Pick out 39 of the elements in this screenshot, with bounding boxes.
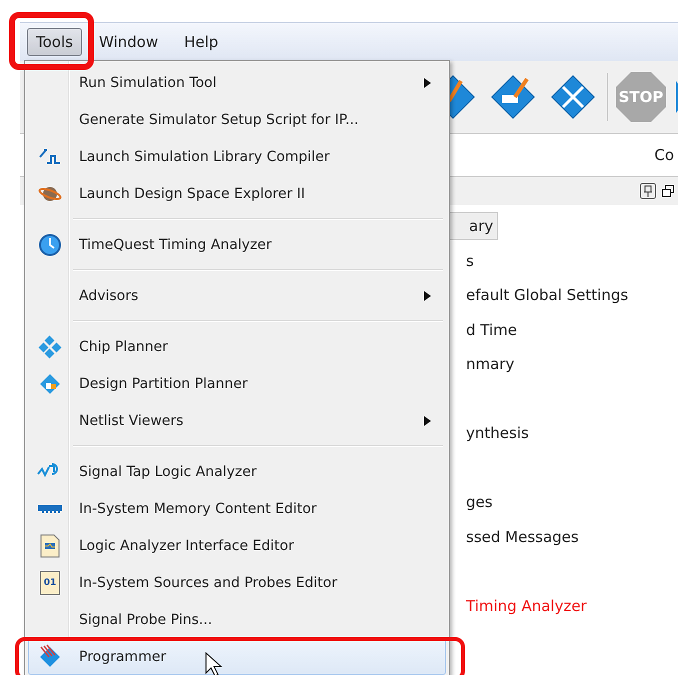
clock-icon (38, 232, 62, 256)
menu-item[interactable]: Generate Simulator Setup Script for IP... (28, 101, 446, 138)
menu-item[interactable]: Chip Planner (28, 328, 446, 365)
menu-item[interactable]: Logic Analyzer Interface Editor (28, 527, 446, 564)
chip-planner-icon (38, 334, 62, 358)
menu-item[interactable]: 01 In-System Sources and Probes Editor (28, 564, 446, 601)
menu-bar-item[interactable]: Help (175, 28, 228, 56)
menu-bar-item[interactable]: Window (90, 28, 168, 56)
list-item[interactable]: d Time (446, 320, 517, 339)
menu-item[interactable]: TimeQuest Timing Analyzer (28, 226, 446, 263)
restore-icon[interactable] (662, 185, 674, 197)
list-item[interactable]: s (446, 252, 474, 270)
document-icon (40, 534, 60, 558)
list-item[interactable]: efault Global Settings (446, 286, 628, 304)
menu-item[interactable]: Launch Design Space Explorer II (28, 175, 446, 212)
menu-item[interactable]: Launch Simulation Library Compiler (28, 138, 446, 175)
document-icon: 01 (40, 570, 60, 594)
menu-item[interactable]: Signal Probe Pins... (28, 601, 446, 638)
submenu-arrow-icon (424, 416, 431, 426)
memory-icon (37, 502, 63, 514)
list-item[interactable]: nmary (446, 355, 514, 374)
list-item[interactable]: ynthesis (446, 424, 529, 442)
submenu-arrow-icon (424, 290, 431, 300)
column-header: Co (654, 146, 674, 164)
pin-icon[interactable] (640, 183, 656, 199)
submenu-arrow-icon (424, 78, 431, 88)
list-item[interactable]: Timing Analyzer (446, 596, 587, 615)
list-item[interactable]: ssed Messages (446, 528, 579, 546)
menu-item[interactable]: Signal Tap Logic Analyzer (28, 453, 446, 490)
menu-item[interactable]: Design Partition Planner (28, 365, 446, 402)
menu-item[interactable]: Advisors (28, 277, 446, 314)
menu-item[interactable]: Programmer (28, 638, 446, 675)
menu-item[interactable]: Netlist Viewers (28, 402, 446, 439)
list-item[interactable]: ges (446, 493, 493, 512)
menu-item[interactable]: In-System Memory Content Editor (28, 490, 446, 527)
menu-bar-item[interactable]: Tools (27, 28, 82, 56)
waveform-icon (38, 146, 62, 166)
cursor-icon (205, 652, 225, 675)
menu-item[interactable]: Run Simulation Tool (28, 64, 446, 101)
